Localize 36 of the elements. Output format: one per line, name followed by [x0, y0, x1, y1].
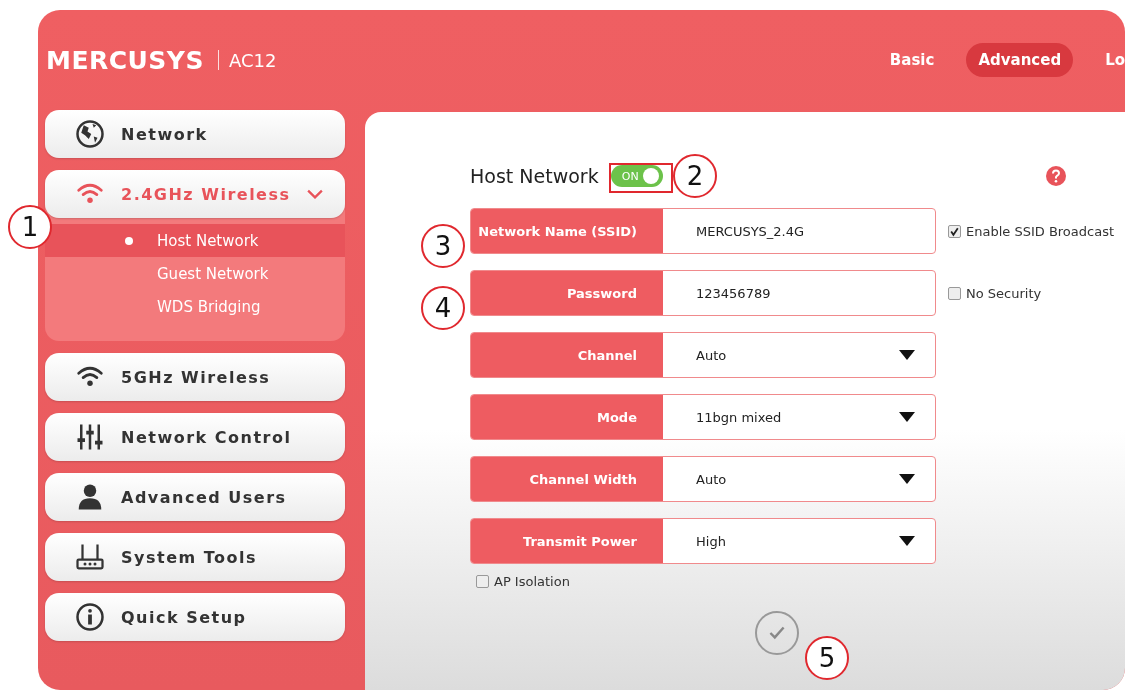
- sidebar-item[interactable]: Network: [45, 110, 345, 158]
- input-field[interactable]: Password 123456789: [470, 270, 936, 316]
- callout-number: 1: [8, 205, 52, 249]
- caret-icon: [899, 536, 915, 546]
- brand-logo: MERCUSYS: [46, 45, 204, 75]
- checkbox-label: Enable SSID Broadcast: [966, 223, 1115, 239]
- sidebar-item[interactable]: System Tools: [45, 533, 345, 581]
- model-name: AC12: [228, 49, 277, 71]
- router-icon: [75, 542, 105, 572]
- globe-icon: [75, 119, 105, 149]
- sidebar-item[interactable]: Quick Setup: [45, 593, 345, 641]
- sidebar-item[interactable]: Advanced Users: [45, 473, 345, 521]
- help-icon[interactable]: [1045, 166, 1066, 186]
- dropdown-field[interactable]: Channel Auto: [470, 332, 936, 378]
- section-title: Host Network: [470, 165, 599, 187]
- checkbox[interactable]: [948, 286, 961, 300]
- dropdown-field[interactable]: Transmit Power High: [470, 518, 936, 564]
- sliders-icon: [75, 422, 105, 452]
- info-icon: [75, 602, 105, 632]
- dropdown-field[interactable]: Channel Width Auto: [470, 456, 936, 502]
- input-field[interactable]: Network Name (SSID) MERCUSYS_2.4G: [470, 208, 936, 254]
- submenu-item[interactable]: Host Network: [45, 224, 345, 257]
- chevron-icon: [307, 189, 323, 199]
- sidebar-item[interactable]: 5GHz Wireless: [45, 353, 345, 401]
- checkbox[interactable]: [948, 224, 961, 238]
- caret-icon: [899, 474, 915, 484]
- checkbox[interactable]: [476, 575, 489, 588]
- sidebar-item[interactable]: Network Control: [45, 413, 345, 461]
- highlight-frame: [609, 163, 673, 193]
- save-button[interactable]: [755, 611, 799, 655]
- checkbox-label: AP Isolation: [494, 574, 570, 589]
- checkbox-label: No Security: [966, 285, 1042, 301]
- caret-icon: [899, 350, 915, 360]
- caret-icon: [899, 412, 915, 422]
- dropdown-field[interactable]: Mode 11bgn mixed: [470, 394, 936, 440]
- nav-tab[interactable]: Advanced: [966, 43, 1074, 77]
